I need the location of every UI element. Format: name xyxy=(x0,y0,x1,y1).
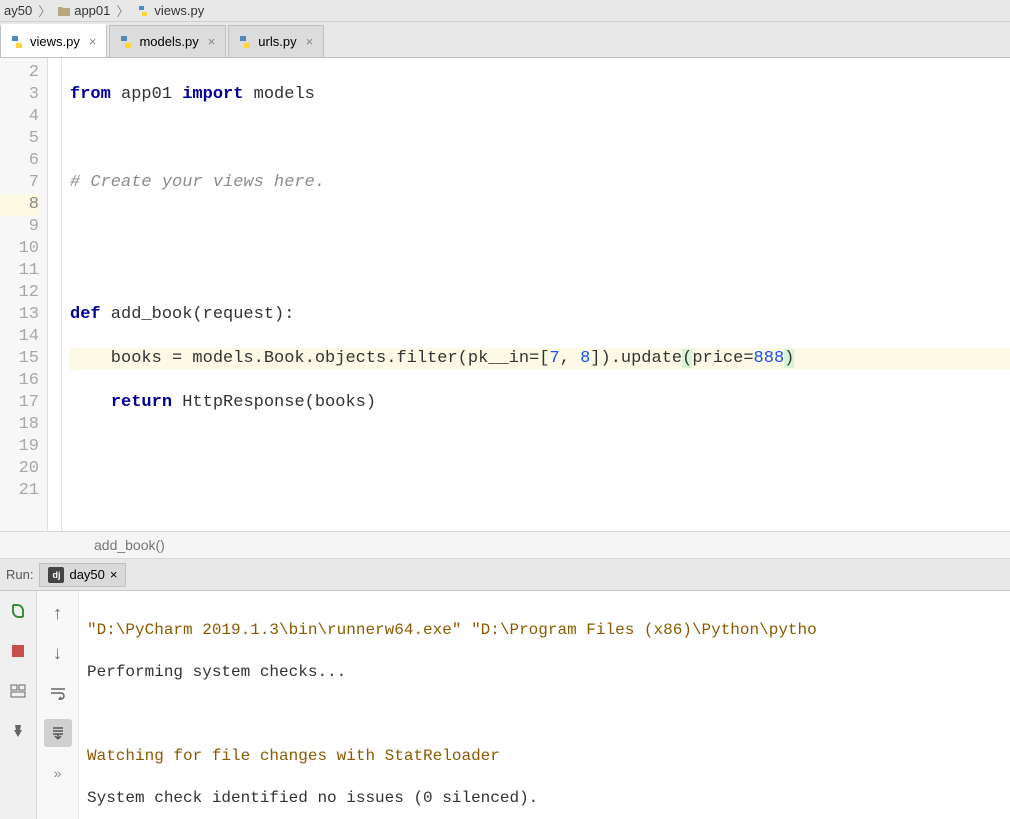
line-number-gutter: 2345 6789 10111213 14151617 18192021 xyxy=(0,58,48,531)
close-icon[interactable]: × xyxy=(110,567,118,582)
run-side-toolbar xyxy=(0,591,37,819)
code-keyword: def xyxy=(70,305,101,324)
code-text: books = models.Book.objects.filter(pk__i… xyxy=(70,349,549,368)
folder-icon xyxy=(57,4,71,18)
close-icon[interactable]: × xyxy=(208,34,216,49)
python-file-icon xyxy=(237,34,253,50)
python-file-icon xyxy=(118,34,134,50)
breadcrumb-label: ay50 xyxy=(4,3,32,18)
tab-urls[interactable]: urls.py × xyxy=(228,25,324,57)
run-config-tab[interactable]: dj day50 × xyxy=(39,563,126,587)
close-icon[interactable]: × xyxy=(306,34,314,49)
code-area[interactable]: from app01 import models # Create your v… xyxy=(62,58,1010,531)
pin-button[interactable] xyxy=(6,719,30,743)
code-number: 8 xyxy=(580,349,590,368)
django-icon: dj xyxy=(48,567,64,583)
breadcrumb-label: app01 xyxy=(74,3,110,18)
code-text xyxy=(70,393,111,412)
code-text: add_book(request): xyxy=(101,305,295,324)
tab-models[interactable]: models.py × xyxy=(109,25,226,57)
tab-label: urls.py xyxy=(258,34,296,49)
editor-breadcrumb[interactable]: add_book() xyxy=(0,531,1010,559)
soft-wrap-button[interactable] xyxy=(44,679,72,707)
tab-label: models.py xyxy=(139,34,198,49)
run-config-label: day50 xyxy=(69,567,104,582)
code-editor[interactable]: 2345 6789 10111213 14151617 18192021 fro… xyxy=(0,58,1010,531)
console-text: Performing system checks... xyxy=(87,663,346,681)
editor-tab-bar: views.py × models.py × urls.py × xyxy=(0,22,1010,58)
breadcrumb-sep-icon: 〉 xyxy=(38,1,51,20)
breadcrumb-item[interactable]: app01 xyxy=(57,3,110,18)
console-text: Watching for file changes with StatReloa… xyxy=(87,747,500,765)
stop-button[interactable] xyxy=(6,639,30,663)
code-text: app01 xyxy=(111,85,182,104)
breadcrumb-item[interactable]: views.py xyxy=(135,3,204,19)
code-keyword: return xyxy=(111,393,172,412)
breadcrumb: ay50 〉 app01 〉 views.py xyxy=(0,0,1010,22)
code-text: , xyxy=(560,349,580,368)
layout-button[interactable] xyxy=(6,679,30,703)
code-text: HttpResponse(books) xyxy=(172,393,376,412)
console-output[interactable]: "D:\PyCharm 2019.1.3\bin\runnerw64.exe" … xyxy=(79,591,1010,819)
breadcrumb-item[interactable]: ay50 xyxy=(4,3,32,18)
down-button[interactable]: ↓ xyxy=(44,639,72,667)
code-text: price= xyxy=(692,349,753,368)
breadcrumb-label: views.py xyxy=(154,3,204,18)
code-paren: ) xyxy=(784,349,794,368)
console-text: System check identified no issues (0 sil… xyxy=(87,789,538,807)
tab-label: views.py xyxy=(30,34,80,49)
run-label: Run: xyxy=(6,567,33,582)
more-button[interactable]: » xyxy=(44,759,72,787)
code-paren: ( xyxy=(682,349,692,368)
python-file-icon xyxy=(9,34,25,50)
code-text: models xyxy=(243,85,314,104)
code-number: 888 xyxy=(754,349,785,368)
fold-column xyxy=(48,58,62,531)
tab-views[interactable]: views.py × xyxy=(0,24,107,57)
code-keyword: import xyxy=(182,85,243,104)
console-side-toolbar: ↑ ↓ » xyxy=(37,591,79,819)
code-text: ]).update xyxy=(590,349,682,368)
python-file-icon xyxy=(135,3,151,19)
scroll-to-end-button[interactable] xyxy=(44,719,72,747)
close-icon[interactable]: × xyxy=(89,34,97,49)
code-number: 7 xyxy=(549,349,559,368)
code-keyword: from xyxy=(70,85,111,104)
up-button[interactable]: ↑ xyxy=(44,599,72,627)
function-crumb: add_book() xyxy=(94,537,165,553)
console-text: "D:\PyCharm 2019.1.3\bin\runnerw64.exe" … xyxy=(87,621,817,639)
code-comment: # Create your views here. xyxy=(70,173,325,192)
rerun-button[interactable] xyxy=(6,599,30,623)
run-console: ↑ ↓ » "D:\PyCharm 2019.1.3\bin\runnerw64… xyxy=(0,591,1010,819)
breadcrumb-sep-icon: 〉 xyxy=(116,1,129,20)
run-toolwindow-header: Run: dj day50 × xyxy=(0,559,1010,591)
